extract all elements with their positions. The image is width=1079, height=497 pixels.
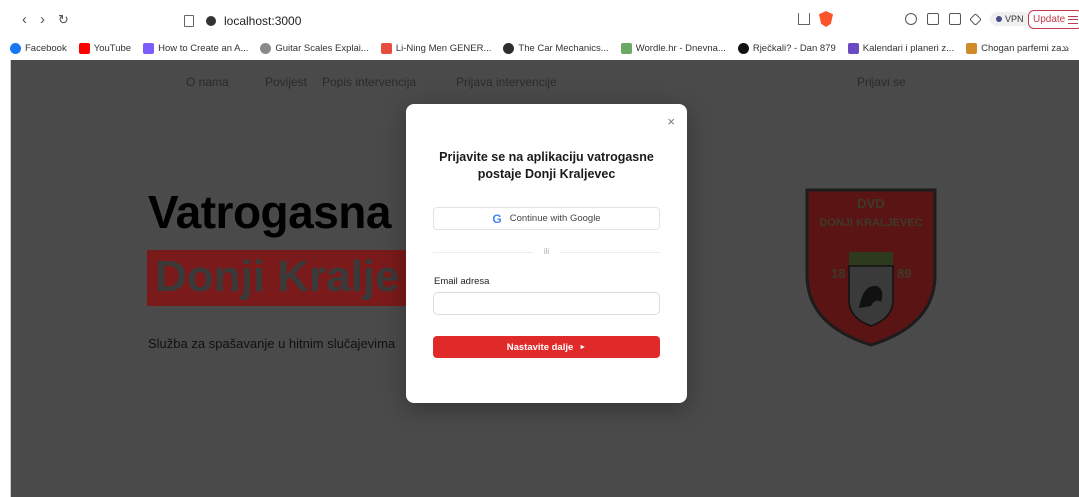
rewards-icon[interactable] — [969, 12, 982, 26]
bookmark-item[interactable]: Chogan parfemi za... — [966, 42, 1070, 54]
site-info-icon[interactable] — [206, 15, 216, 26]
bookmark-label: Facebook — [25, 42, 67, 54]
favicon-icon — [966, 42, 978, 54]
nav-o-nama[interactable]: O nama — [186, 75, 229, 89]
bookmark-label: Guitar Scales Explai... — [275, 42, 369, 54]
hero-highlight: Donji Kralje — [155, 252, 400, 301]
address-bar[interactable]: localhost:3000 — [170, 10, 850, 31]
crest-arc-text: DONJI KRALJEVEC — [819, 217, 922, 229]
browser-chrome: ‹ › ↻ localhost:3000 VPN Update Facebook… — [10, 8, 1079, 60]
bookmark-item[interactable]: Wordle.hr - Dnevna... — [620, 42, 726, 54]
bookmark-label: How to Create an A... — [158, 42, 249, 54]
divider-line-right — [560, 252, 660, 253]
login-link[interactable]: Prijavi se — [857, 75, 906, 89]
favicon-icon — [737, 42, 749, 54]
share-icon[interactable] — [798, 13, 810, 25]
bookmark-item[interactable]: Li-Ning Men GENER... — [380, 42, 492, 54]
bookmark-icon[interactable] — [184, 14, 194, 27]
modal-title: Prijavite se na aplikaciju vatrogasne po… — [439, 150, 654, 181]
site-nav: O nama Povijest Popis intervencija Prija… — [11, 60, 1079, 104]
bookmark-label: Kalendari i planeri z... — [862, 42, 955, 54]
extensions-icon[interactable] — [905, 13, 917, 25]
crest-year-right: 89 — [897, 266, 911, 281]
crest-year-left: 18 — [831, 266, 845, 281]
arrow-right-icon: ► — [579, 343, 587, 351]
browser-toolbar: ‹ › ↻ localhost:3000 VPN Update — [10, 8, 1079, 36]
hero-subtitle: Služba za spašavanje u hitnim slučajevim… — [148, 336, 396, 351]
reload-button[interactable]: ↻ — [58, 11, 69, 29]
favicon-icon — [620, 42, 632, 54]
google-button-label: Continue with Google — [509, 213, 601, 224]
email-label: Email adresa — [434, 276, 490, 287]
hero-highlight-box: Donji Kralje — [147, 250, 417, 306]
close-icon[interactable]: × — [667, 114, 675, 129]
google-icon: G — [492, 211, 502, 226]
bookmark-item[interactable]: How to Create an A... — [143, 42, 249, 54]
vpn-label: VPN — [1005, 14, 1024, 24]
vpn-button[interactable]: VPN — [990, 12, 1030, 26]
bookmark-label: Li-Ning Men GENER... — [395, 42, 492, 54]
nav-popis-intervencija[interactable]: Popis intervencija — [322, 75, 416, 89]
favicon-icon — [847, 42, 859, 54]
or-divider: ili — [433, 246, 660, 258]
nav-prijava-intervencije[interactable]: Prijava intervencije — [456, 75, 557, 89]
favicon-icon — [503, 42, 515, 54]
favicon-icon — [78, 42, 90, 54]
wallet-icon[interactable] — [949, 13, 961, 25]
continue-button-label: Nastavite dalje — [506, 341, 574, 353]
menu-icon — [1068, 15, 1079, 24]
bookmark-item[interactable]: Guitar Scales Explai... — [260, 42, 369, 54]
bookmark-label: Chogan parfemi za... — [981, 42, 1070, 54]
forward-button[interactable]: › — [40, 11, 45, 29]
fire-department-crest: DVD DONJI KRALJEVEC 18 89 — [805, 188, 937, 347]
toolbar-icons: VPN — [905, 12, 1030, 26]
url-text[interactable]: localhost:3000 — [224, 14, 301, 28]
back-button[interactable]: ‹ — [22, 11, 27, 29]
bookmark-item[interactable]: Kalendari i planeri z... — [847, 42, 955, 54]
bookmark-item[interactable]: YouTube — [78, 42, 132, 54]
bookmark-item[interactable]: Rječkali? - Dan 879 — [737, 42, 836, 54]
bookmark-item[interactable]: The Car Mechanics... — [503, 42, 609, 54]
email-field[interactable] — [433, 292, 660, 315]
bookmarks-bar: Facebook YouTube How to Create an A... Guit… — [10, 36, 1079, 60]
vpn-icon — [996, 16, 1002, 22]
bookmark-label: The Car Mechanics... — [518, 42, 609, 54]
bookmark-label: YouTube — [93, 42, 132, 54]
favicon-icon — [380, 42, 392, 54]
update-button[interactable]: Update — [1028, 10, 1079, 29]
favicon-icon — [260, 42, 272, 54]
favicon-icon — [10, 42, 21, 54]
nav-povijest[interactable]: Povijest — [265, 75, 307, 89]
bookmark-item[interactable]: Facebook — [10, 42, 67, 54]
crest-top-text: DVD — [857, 196, 884, 211]
update-label: Update — [1033, 14, 1066, 25]
crest-crown — [849, 252, 893, 266]
continue-with-google-button[interactable]: G Continue with Google — [433, 207, 660, 230]
bookmark-label: Rječkali? - Dan 879 — [752, 42, 836, 54]
bookmarks-overflow-button[interactable]: » — [1062, 41, 1069, 55]
continue-button[interactable]: Nastavite dalje ► — [433, 336, 660, 358]
bookmark-label: Wordle.hr - Dnevna... — [635, 42, 726, 54]
login-modal: × Prijavite se na aplikaciju vatrogasne … — [406, 104, 687, 403]
hero-title: Vatrogasna — [148, 186, 392, 238]
sidebar-icon[interactable] — [927, 13, 939, 25]
favicon-icon — [143, 42, 155, 54]
